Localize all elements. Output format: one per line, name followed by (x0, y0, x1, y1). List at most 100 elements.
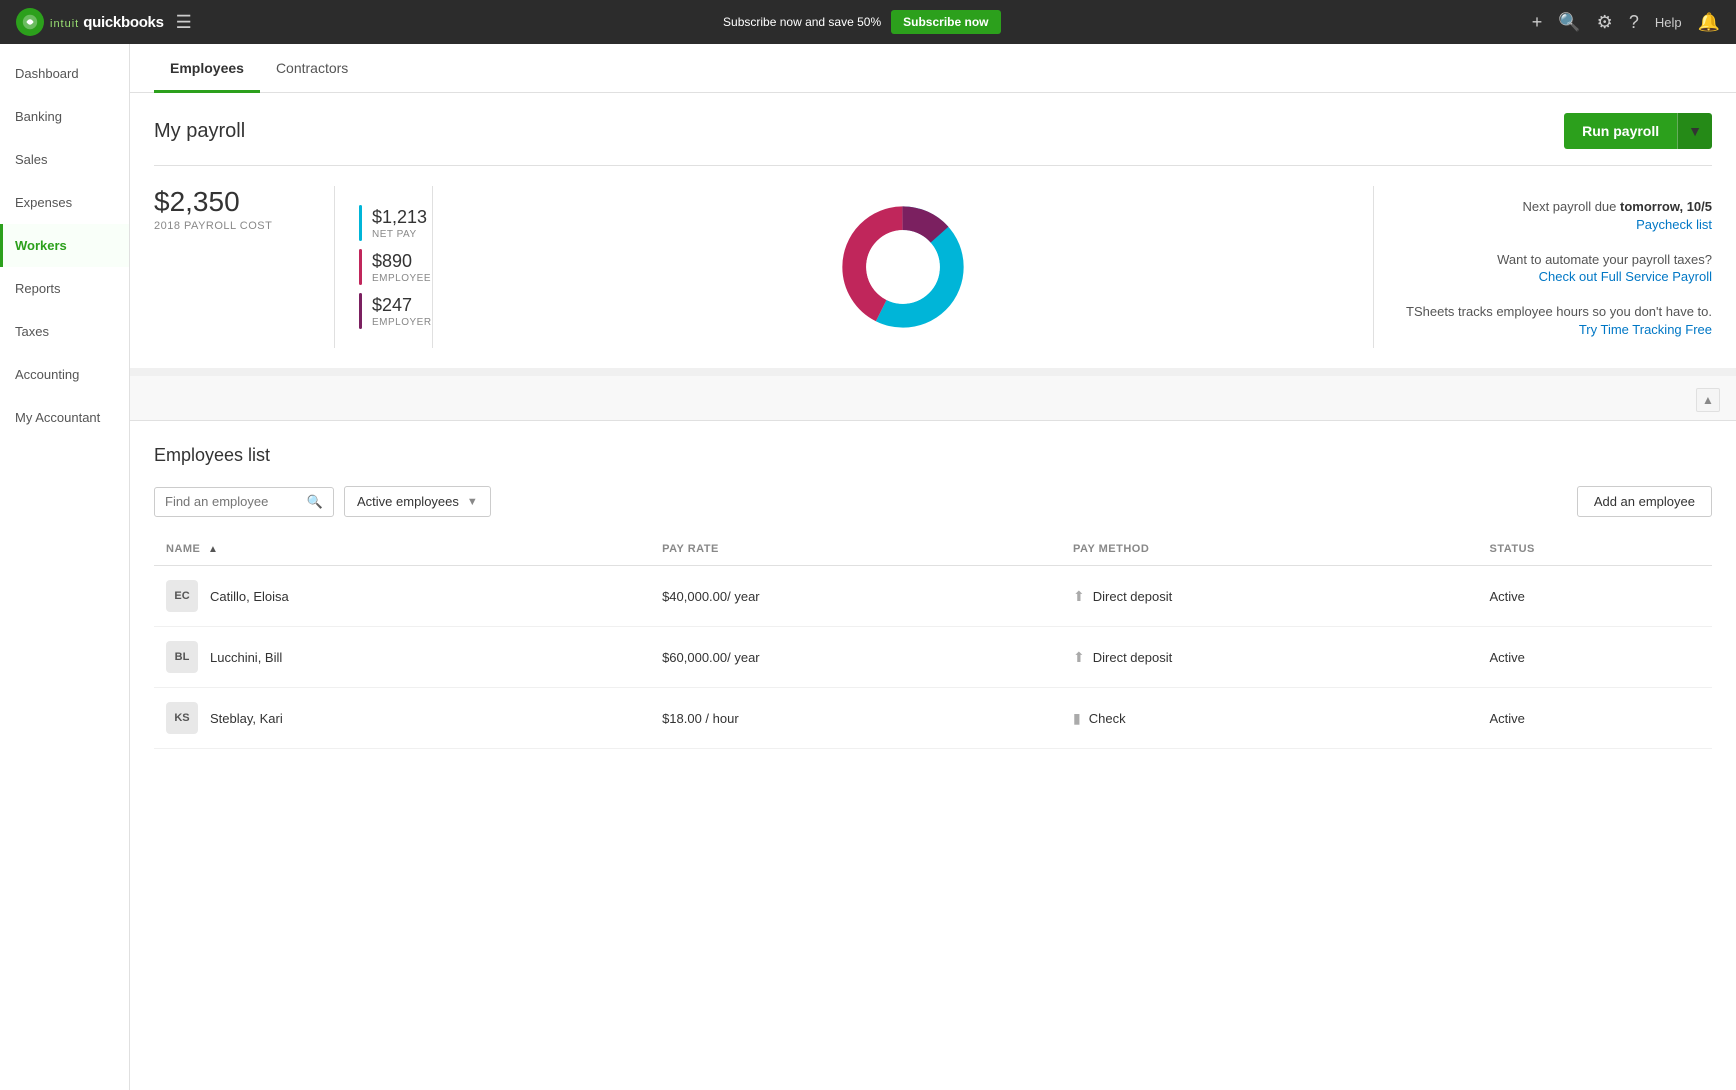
col-status: STATUS (1477, 533, 1712, 566)
employee-name-cell-1: EC Catillo, Eloisa (154, 566, 650, 627)
collapse-button[interactable]: ▲ (1696, 388, 1720, 412)
topnav-left: intuit quickbooks ☰ (16, 8, 192, 36)
pay-rate-3: $18.00 / hour (650, 688, 1061, 749)
topnav-right: + 🔍 ⚙ ? Help 🔔 (1532, 12, 1720, 33)
help-icon[interactable]: ? (1629, 12, 1639, 33)
automate-text: Want to automate your payroll taxes? (1406, 250, 1712, 270)
search-input[interactable] (165, 494, 301, 509)
pay-method-2: ⬆ Direct deposit (1061, 627, 1477, 688)
add-employee-button[interactable]: Add an employee (1577, 486, 1712, 517)
filter-dropdown[interactable]: Active employees ▼ (344, 486, 491, 517)
notifications-icon[interactable]: 🔔 (1698, 12, 1720, 33)
payroll-breakdown: $1,213 NET PAY $890 EMPLOYEE (334, 186, 432, 348)
payroll-divider (154, 165, 1712, 166)
tabs-bar: Employees Contractors (130, 44, 1736, 93)
hamburger-icon[interactable]: ☰ (176, 12, 192, 33)
payroll-title: My payroll (154, 120, 245, 143)
settings-icon[interactable]: ⚙ (1597, 12, 1613, 33)
breakdown-amount-net-pay: $1,213 (372, 207, 427, 228)
tab-employees[interactable]: Employees (154, 44, 260, 93)
pay-method-1: ⬆ Direct deposit (1061, 566, 1477, 627)
sidebar-item-accounting[interactable]: Accounting (0, 353, 129, 396)
sidebar-item-expenses[interactable]: Expenses (0, 181, 129, 224)
sidebar-item-dashboard[interactable]: Dashboard (0, 52, 129, 95)
sidebar-item-my-accountant[interactable]: My Accountant (0, 396, 129, 439)
employees-table: NAME ▲ PAY RATE PAY METHOD STATUS (154, 533, 1712, 749)
filter-label: Active employees (357, 494, 459, 509)
logo-text: intuit quickbooks (50, 14, 164, 31)
col-pay-method: PAY METHOD (1061, 533, 1477, 566)
breakdown-values-net-pay: $1,213 NET PAY (372, 207, 427, 240)
main-content: Employees Contractors My payroll Run pay… (130, 44, 1736, 1090)
breakdown-bar-net-pay (359, 205, 362, 241)
employees-table-body: EC Catillo, Eloisa $40,000.00/ year ⬆ Di… (154, 566, 1712, 749)
next-payroll-text: Next payroll due tomorrow, 10/5 (1406, 197, 1712, 217)
sidebar-item-reports[interactable]: Reports (0, 267, 129, 310)
topnav-logo: intuit quickbooks (16, 8, 164, 36)
run-payroll-dropdown-arrow[interactable]: ▼ (1677, 113, 1712, 149)
bank-icon: ⬆ (1073, 588, 1085, 605)
employee-name-1: Catillo, Eloisa (210, 589, 289, 604)
breakdown-amount-employer: $247 (372, 295, 432, 316)
help-label[interactable]: Help (1655, 15, 1682, 30)
payroll-header: My payroll Run payroll ▼ (154, 113, 1712, 149)
employee-name-2: Lucchini, Bill (210, 650, 282, 665)
next-payroll-info: Next payroll due tomorrow, 10/5 Paycheck… (1406, 197, 1712, 232)
add-icon[interactable]: + (1532, 12, 1543, 33)
employees-toolbar: 🔍 Active employees ▼ Add an employee (154, 486, 1712, 517)
avatar-bl: BL (166, 641, 198, 673)
breakdown-bar-employer (359, 293, 362, 329)
col-name[interactable]: NAME ▲ (154, 533, 650, 566)
tsheets-info: TSheets tracks employee hours so you don… (1406, 302, 1712, 337)
paycheck-list-link[interactable]: Paycheck list (1406, 217, 1712, 232)
pay-method-3: ▮ Check (1061, 688, 1477, 749)
sidebar-item-taxes[interactable]: Taxes (0, 310, 129, 353)
donut-chart (838, 202, 968, 332)
gray-section: ▲ Employees list 🔍 Active employees ▼ (130, 368, 1736, 773)
search-icon[interactable]: 🔍 (1558, 12, 1580, 33)
sidebar-item-banking[interactable]: Banking (0, 95, 129, 138)
toolbar-left: 🔍 Active employees ▼ (154, 486, 491, 517)
payroll-info: Next payroll due tomorrow, 10/5 Paycheck… (1374, 186, 1712, 348)
tsheets-text: TSheets tracks employee hours so you don… (1406, 302, 1712, 322)
avatar-ks: KS (166, 702, 198, 734)
breakdown-values-employer: $247 EMPLOYER (372, 295, 432, 328)
sidebar-item-sales[interactable]: Sales (0, 138, 129, 181)
payroll-section: My payroll Run payroll ▼ $2,350 2018 PAY… (130, 93, 1736, 368)
full-service-link[interactable]: Check out Full Service Payroll (1406, 269, 1712, 284)
status-3: Active (1477, 688, 1712, 749)
sidebar: Dashboard Banking Sales Expenses Workers… (0, 44, 130, 1090)
subscribe-button[interactable]: Subscribe now (891, 10, 1000, 34)
donut-hole (866, 230, 940, 304)
table-row[interactable]: EC Catillo, Eloisa $40,000.00/ year ⬆ Di… (154, 566, 1712, 627)
donut-chart-area (432, 186, 1374, 348)
time-tracking-link[interactable]: Try Time Tracking Free (1406, 322, 1712, 337)
payroll-cost-block: $2,350 2018 PAYROLL COST (154, 186, 334, 348)
pay-rate-1: $40,000.00/ year (650, 566, 1061, 627)
run-payroll-button[interactable]: Run payroll (1564, 113, 1677, 149)
employee-name-cell-2: BL Lucchini, Bill (154, 627, 650, 688)
collapse-area: ▲ (130, 376, 1736, 412)
sidebar-item-workers[interactable]: Workers (0, 224, 129, 267)
check-icon: ▮ (1073, 710, 1081, 727)
search-box: 🔍 (154, 487, 334, 517)
employees-section: Employees list 🔍 Active employees ▼ Add (130, 420, 1736, 773)
col-pay-rate: PAY RATE (650, 533, 1061, 566)
table-row[interactable]: KS Steblay, Kari $18.00 / hour ▮ Check (154, 688, 1712, 749)
status-badge-2: Active (1489, 650, 1524, 665)
tab-contractors[interactable]: Contractors (260, 44, 364, 93)
breakdown-values-employee: $890 EMPLOYEE (372, 251, 431, 284)
employee-name-3: Steblay, Kari (210, 711, 283, 726)
status-1: Active (1477, 566, 1712, 627)
breakdown-employer: $247 EMPLOYER (359, 293, 432, 329)
payroll-stats-row: $2,350 2018 PAYROLL COST $1,213 NET PAY (154, 186, 1712, 348)
breakdown-employee: $890 EMPLOYEE (359, 249, 432, 285)
topnav-center: Subscribe now and save 50% Subscribe now (723, 10, 1000, 34)
chevron-down-icon: ▼ (467, 496, 478, 508)
breakdown-bar-employee (359, 249, 362, 285)
run-payroll-wrapper: Run payroll ▼ (1564, 113, 1712, 149)
app-layout: Dashboard Banking Sales Expenses Workers… (0, 44, 1736, 1090)
status-badge-3: Active (1489, 711, 1524, 726)
bank-icon: ⬆ (1073, 649, 1085, 666)
table-row[interactable]: BL Lucchini, Bill $60,000.00/ year ⬆ Dir… (154, 627, 1712, 688)
